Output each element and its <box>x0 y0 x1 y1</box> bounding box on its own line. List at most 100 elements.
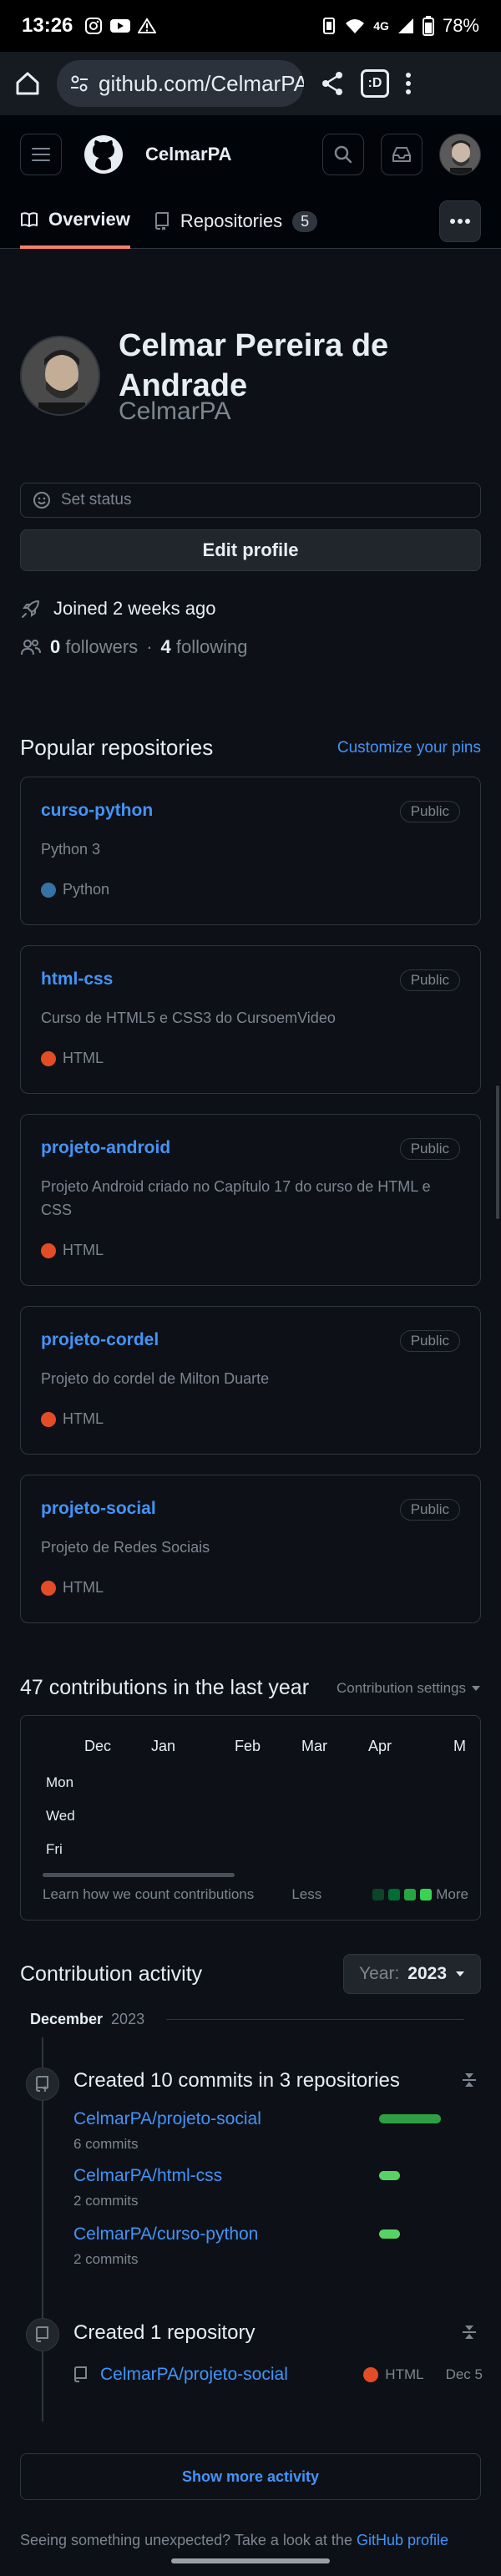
joined-text: Joined 2 weeks ago <box>53 598 216 619</box>
repo-name-link[interactable]: projeto-cordel <box>41 1330 159 1350</box>
profile-avatar[interactable] <box>20 336 100 416</box>
followers-link[interactable]: 0 followers <box>50 636 138 658</box>
popular-repos-title: Popular repositories <box>20 735 214 760</box>
visibility-badge: Public <box>399 1330 460 1352</box>
calendar-footer: Learn how we count contributions Less Mo… <box>43 1886 468 1903</box>
tab-repositories-label: Repositories <box>180 210 283 231</box>
browser-menu-icon[interactable] <box>404 71 412 96</box>
calendar-scrollbar[interactable] <box>43 1873 235 1877</box>
repo-icon <box>73 2366 89 2383</box>
battery-icon <box>422 16 434 36</box>
language-name: HTML <box>63 1242 104 1258</box>
repo-name-link[interactable]: projeto-android <box>41 1138 170 1158</box>
set-status-button[interactable]: Set status <box>20 483 481 518</box>
month-label: Mar <box>301 1738 327 1754</box>
hamburger-icon <box>32 147 50 162</box>
people-icon <box>20 638 42 656</box>
smiley-icon <box>33 491 51 509</box>
repo-name-link[interactable]: curso-python <box>41 801 153 821</box>
language-color-dot <box>41 1242 56 1258</box>
rocket-icon <box>20 598 42 620</box>
site-settings-icon[interactable] <box>68 73 90 94</box>
tab-overview-label: Overview <box>48 209 130 230</box>
contribution-calendar: Dec Jan Feb Mar Apr M Mon Wed Fri Learn … <box>20 1715 481 1921</box>
language-name: HTML <box>63 1050 104 1066</box>
repo-name-link[interactable]: html-css <box>41 969 113 989</box>
month-label: Jan <box>151 1738 176 1754</box>
repo-card: projeto-cordel Public Projeto do cordel … <box>20 1306 481 1455</box>
legend-cell <box>404 1889 417 1900</box>
user-avatar[interactable] <box>439 134 481 175</box>
fold-icon[interactable] <box>461 2071 478 2089</box>
fold-icon[interactable] <box>461 2323 478 2341</box>
address-bar[interactable]: github.com/CelmarPA <box>57 60 304 107</box>
home-indicator[interactable] <box>171 2558 330 2563</box>
share-icon[interactable] <box>319 70 346 97</box>
calendar-months: Dec Jan Feb Mar Apr M <box>21 1738 480 1758</box>
contribution-settings-label: Contribution settings <box>337 1679 466 1696</box>
repo-icon <box>35 2326 50 2343</box>
language-color-dot <box>41 1580 56 1596</box>
github-logo-icon[interactable] <box>84 134 124 175</box>
tab-switcher-button[interactable]: :D <box>361 69 389 98</box>
year-selector[interactable]: Year: 2023 <box>343 1954 481 1994</box>
header-username[interactable]: CelmarPA <box>145 144 232 165</box>
follow-stats: 0 followers · 4 following <box>20 636 248 658</box>
language-name: Python <box>63 881 110 898</box>
github-profile-link[interactable]: GitHub profile <box>357 2532 448 2548</box>
visibility-badge: Public <box>399 1499 460 1521</box>
commit-repo-link[interactable]: CelmarPA/projeto-social <box>73 2109 261 2129</box>
home-icon[interactable] <box>13 69 42 98</box>
repo-language: HTML <box>41 1579 104 1597</box>
tab-repositories[interactable]: Repositories 5 <box>154 194 318 249</box>
more-tabs-button[interactable] <box>439 200 481 242</box>
show-more-activity-button[interactable]: Show more activity <box>20 2453 481 2500</box>
legend-cell <box>372 1889 385 1900</box>
repo-description: Projeto do cordel de Milton Duarte <box>41 1370 270 1387</box>
repo-language: HTML <box>41 1242 104 1259</box>
hamburger-menu-button[interactable] <box>20 134 62 175</box>
contributions-title: 47 contributions in the last year <box>20 1676 310 1699</box>
repo-description: Curso de HTML5 e CSS3 do CursoemVideo <box>41 1010 336 1026</box>
contribution-settings-button[interactable]: Contribution settings <box>337 1680 481 1697</box>
commit-repo-link[interactable]: CelmarPA/html-css <box>73 2166 222 2186</box>
commit-share-bar <box>379 2171 400 2180</box>
created-repo-row: CelmarPA/projeto-social HTML Dec 5 <box>73 2365 483 2385</box>
language-name: HTML <box>63 1579 104 1596</box>
repo-name-link[interactable]: projeto-social <box>41 1499 156 1519</box>
inbox-button[interactable] <box>381 134 423 175</box>
customize-pins-link[interactable]: Customize your pins <box>337 739 481 757</box>
visibility-badge: Public <box>399 969 460 991</box>
activity-header: Contribution activity Year: 2023 <box>20 1954 481 1994</box>
legend-less: Less <box>291 1886 322 1902</box>
tab-overview[interactable]: Overview <box>20 194 130 249</box>
page-scrollbar[interactable] <box>496 1086 499 1219</box>
created-event-title: Created 1 repository <box>73 2321 256 2344</box>
month-label: Feb <box>235 1738 261 1754</box>
browser-toolbar: github.com/CelmarPA :D <box>0 52 501 115</box>
legend-cell <box>388 1889 401 1900</box>
search-button[interactable] <box>322 134 364 175</box>
repositories-count: 5 <box>292 210 318 232</box>
caret-down-icon <box>455 1971 465 1977</box>
learn-contributions-link[interactable]: Learn how we count contributions <box>43 1886 254 1903</box>
commits-event-icon <box>26 2067 59 2101</box>
commit-repo-link[interactable]: CelmarPA/curso-python <box>73 2224 258 2245</box>
followers-count: 0 <box>50 636 61 657</box>
following-link[interactable]: 4 following <box>161 636 248 658</box>
edit-profile-button[interactable]: Edit profile <box>20 529 481 571</box>
contribution-legend: Less More <box>291 1886 468 1903</box>
month-label: M <box>453 1738 466 1754</box>
follow-separator: · <box>146 636 153 657</box>
legend-cell <box>420 1889 433 1900</box>
activity-footnote: Seeing something unexpected? Take a look… <box>20 2532 488 2553</box>
repo-description: Projeto de Redes Sociais <box>41 1539 210 1556</box>
github-header: CelmarPA Overview Repositories 5 <box>0 115 501 249</box>
activity-month-year: 2023 <box>111 2011 145 2027</box>
commit-count: 2 commits <box>73 2251 139 2267</box>
year-label: Year: <box>359 1964 400 1983</box>
created-repo-link[interactable]: CelmarPA/projeto-social <box>100 2365 288 2385</box>
set-status-label: Set status <box>61 491 132 509</box>
battery-level: 78% <box>442 15 479 36</box>
book-icon <box>20 210 38 229</box>
